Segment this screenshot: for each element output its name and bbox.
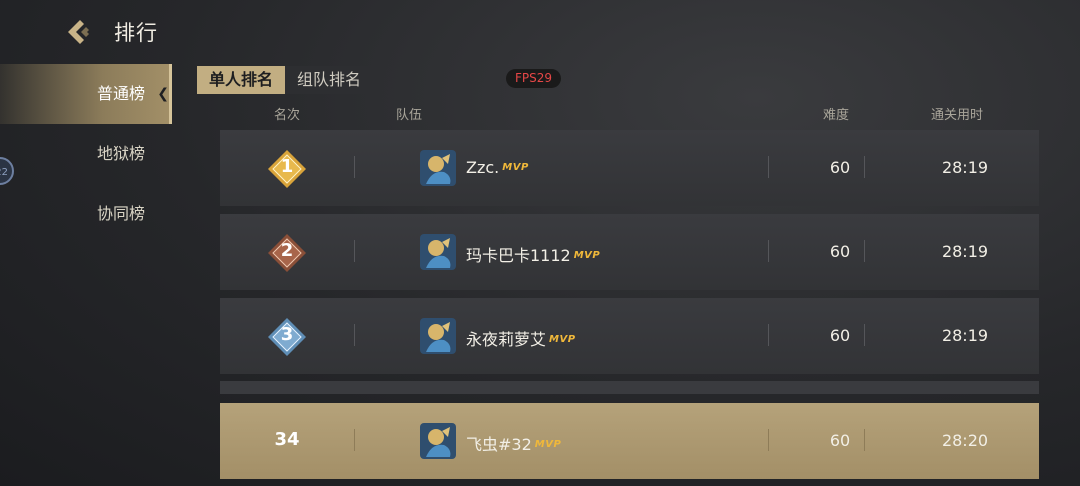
divider: [354, 156, 355, 178]
page-title: 排行: [114, 21, 158, 45]
column-header-team: 队伍: [396, 108, 423, 123]
divider: [354, 429, 355, 451]
rank-number: 1: [280, 156, 294, 177]
sidebar-item-normal[interactable]: 普通榜 ❮: [0, 64, 172, 124]
player-avatar-icon: [420, 318, 456, 354]
divider: [864, 429, 865, 451]
player-name: 永夜莉萝艾 MVP: [466, 330, 576, 349]
sidebar-item-hell[interactable]: 地狱榜: [0, 124, 172, 184]
chevron-left-icon: ❮: [157, 86, 169, 102]
rank-number: 34: [274, 429, 300, 450]
ranking-tabs: 单人排名 组队排名: [197, 66, 374, 94]
clear-time: 28:19: [941, 158, 989, 177]
header: 排行: [0, 0, 1080, 62]
divider: [864, 324, 865, 346]
divider: [768, 156, 769, 178]
divider: [354, 324, 355, 346]
table-row[interactable]: 1 Zzc. MVP 60 28:19: [220, 130, 1039, 206]
column-header-time: 通关用时: [931, 108, 984, 123]
rank-number: 2: [280, 240, 294, 261]
divider: [768, 429, 769, 451]
divider: [768, 324, 769, 346]
my-rank-row[interactable]: 34 飞虫#32 MVP 60 28:20: [220, 403, 1039, 479]
clear-time: 28:19: [941, 242, 989, 261]
sidebar-item-label: 地狱榜: [97, 144, 146, 163]
divider: [864, 240, 865, 262]
sidebar-item-label: 协同榜: [97, 204, 146, 223]
back-button[interactable]: [62, 16, 94, 48]
player-avatar-icon: [420, 423, 456, 459]
sidebar-item-coop[interactable]: 协同榜: [0, 184, 172, 244]
rank-number: 3: [280, 324, 294, 345]
divider: [864, 156, 865, 178]
column-header-rank: 名次: [274, 108, 301, 123]
difficulty-value: 60: [829, 158, 851, 177]
mvp-badge: MVP: [549, 334, 576, 345]
tab-solo[interactable]: 单人排名: [197, 66, 286, 94]
clear-time: 28:20: [941, 431, 989, 450]
mvp-badge: MVP: [534, 439, 562, 450]
list-scroll-edge: [220, 381, 1039, 394]
difficulty-value: 60: [829, 326, 851, 345]
fps-counter: FPS29: [506, 69, 562, 88]
column-header-difficulty: 难度: [823, 108, 850, 123]
back-arrow-icon: [68, 20, 89, 44]
mvp-badge: MVP: [573, 250, 601, 261]
clear-time: 28:19: [941, 326, 989, 345]
player-avatar-icon: [420, 234, 456, 270]
mvp-badge: MVP: [502, 162, 529, 173]
sidebar-item-label: 普通榜: [97, 84, 146, 103]
divider: [354, 240, 355, 262]
player-name: 玛卡巴卡1112 MVP: [466, 246, 601, 265]
player-avatar-icon: [420, 150, 456, 186]
sidebar: 普通榜 ❮ 地狱榜 协同榜: [0, 64, 175, 294]
player-name: Zzc. MVP: [466, 158, 529, 177]
active-indicator: [169, 64, 172, 124]
difficulty-value: 60: [829, 242, 851, 261]
table-row[interactable]: 2 玛卡巴卡1112 MVP 60 28:19: [220, 214, 1039, 290]
tab-team[interactable]: 组队排名: [285, 66, 374, 94]
player-name: 飞虫#32 MVP: [466, 435, 562, 454]
difficulty-value: 60: [829, 431, 851, 450]
table-row[interactable]: 3 永夜莉萝艾 MVP 60 28:19: [220, 298, 1039, 374]
divider: [768, 240, 769, 262]
